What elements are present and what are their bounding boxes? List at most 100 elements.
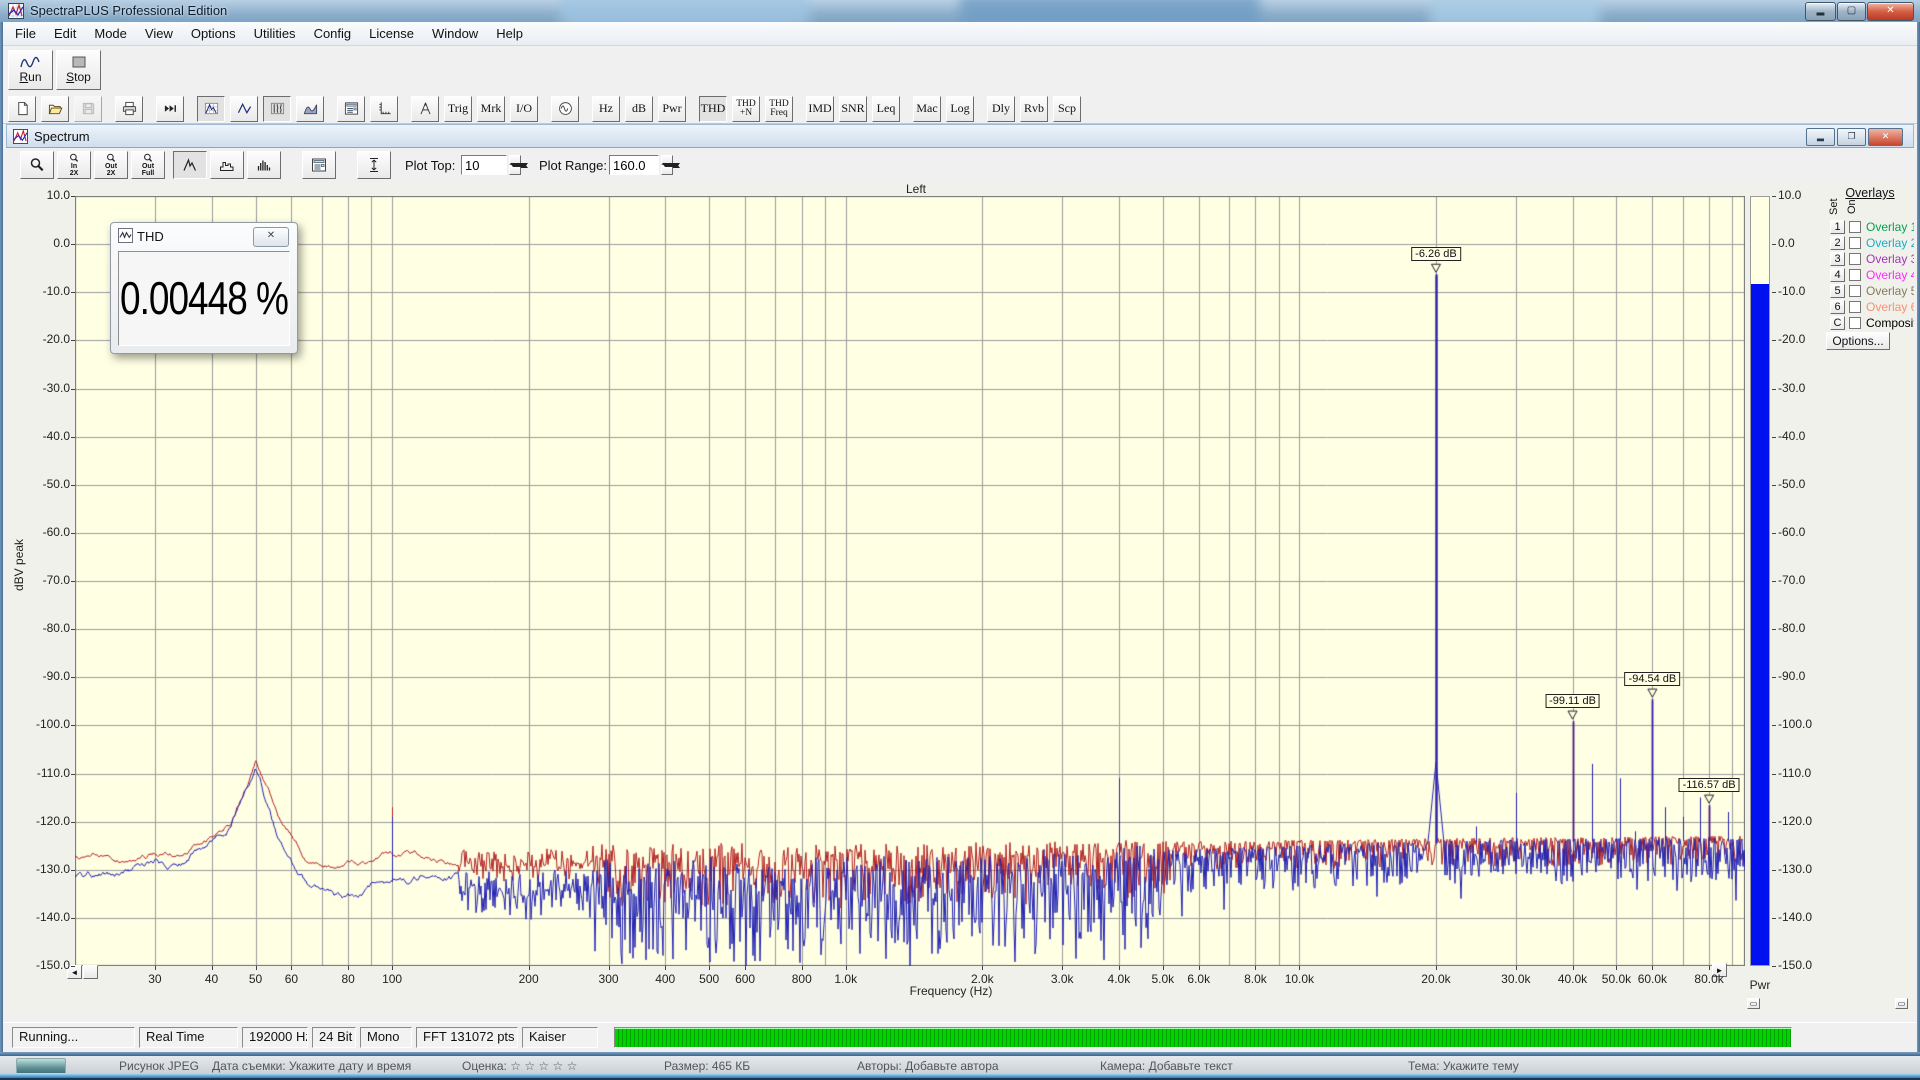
plot-toolbar-zoom-out-full[interactable]: OutFull [131, 151, 165, 179]
plot-toolbar-plot-options[interactable] [302, 151, 336, 179]
close-button[interactable]: ✕ [1867, 2, 1914, 21]
menu-options[interactable]: Options [182, 23, 245, 44]
overlay-set-button-6[interactable]: 6 [1830, 300, 1845, 314]
plot-toolbar-plot-bars[interactable] [247, 151, 281, 179]
toolbar-button-view-surface[interactable] [296, 96, 324, 122]
y-tick-label-right: -80.0 [1778, 621, 1805, 635]
overlays-options-button[interactable]: Options... [1826, 332, 1890, 350]
toolbar-button-display-options[interactable] [337, 96, 365, 122]
toolbar-button-axis-scale[interactable] [370, 96, 398, 122]
spectrum-close-button[interactable]: ✕ [1868, 128, 1903, 146]
menu-view[interactable]: View [136, 23, 182, 44]
toolbar-button-view-spectrogram[interactable] [263, 96, 291, 122]
toolbar-button-open[interactable] [41, 96, 69, 122]
menu-config[interactable]: Config [305, 23, 361, 44]
plot-toolbar-vertical-scale[interactable] [357, 151, 391, 179]
menu-file[interactable]: File [6, 23, 45, 44]
x-tick-label: 40.0k [1553, 972, 1593, 986]
main-toolbar: Run Stop Avg: 4 Peak Hold: Slow Load Con… [0, 46, 1920, 95]
main-titlebar[interactable]: SpectraPLUS Professional Edition ▂ ▢ ✕ [0, 0, 1920, 23]
overlay-checkbox-1[interactable] [1849, 221, 1861, 233]
overlay-set-button-2[interactable]: 2 [1830, 236, 1845, 250]
y-tick-mark-right [1772, 870, 1776, 871]
spectrum-window-titlebar[interactable]: Spectrum ▂ ❐ ✕ [6, 124, 1914, 148]
maximize-button[interactable]: ▢ [1837, 2, 1866, 21]
spin-down-icon[interactable] [509, 165, 521, 175]
menu-utilities[interactable]: Utilities [245, 23, 305, 44]
toolbar-button-pwr[interactable]: Pwr [658, 96, 686, 122]
y-tick-label-right: -130.0 [1778, 862, 1812, 876]
toolbar-button-log[interactable]: Log [946, 96, 974, 122]
overlay-checkbox-3[interactable] [1849, 253, 1861, 265]
toolbar-button-thd-n[interactable]: THD+N [732, 96, 760, 122]
toolbar-button-dly[interactable]: Dly [987, 96, 1015, 122]
toolbar-button-mac[interactable]: Mac [913, 96, 941, 122]
menu-help[interactable]: Help [487, 23, 532, 44]
y-tick-label: -100.0 [26, 717, 70, 731]
y-tick-label: -80.0 [26, 621, 70, 635]
overlay-checkbox-C[interactable] [1849, 317, 1861, 329]
y-tick-mark [71, 244, 75, 245]
x-axis-title: Frequency (Hz) [851, 984, 1051, 998]
toolbar-button-scp[interactable]: Scp [1053, 96, 1081, 122]
toolbar-button-thd-freq[interactable]: THDFreq [765, 96, 793, 122]
overlay-checkbox-4[interactable] [1849, 269, 1861, 281]
toolbar-button-imd[interactable]: IMD [806, 96, 834, 122]
toolbar-button-thd[interactable]: THD [699, 96, 727, 122]
toolbar-button-generator[interactable] [551, 96, 579, 122]
plot-toolbar-plot-filled[interactable] [210, 151, 244, 179]
plot-toolbar-zoom[interactable] [20, 151, 54, 179]
pwr-collapse-button[interactable]: ▭ [1747, 998, 1760, 1009]
y-tick-label-right: -30.0 [1778, 381, 1805, 395]
overlay-set-button-3[interactable]: 3 [1830, 252, 1845, 266]
toolbar-button-view-waveform[interactable] [230, 96, 258, 122]
menu-mode[interactable]: Mode [85, 23, 136, 44]
plot-toolbar-zoom-in-2x[interactable]: In2X [57, 151, 91, 179]
stop-button[interactable]: Stop [56, 50, 101, 90]
spin-down-icon[interactable] [661, 165, 673, 175]
fast-forward-icon [163, 101, 178, 116]
overlay-set-button-4[interactable]: 4 [1830, 268, 1845, 282]
toolbar-button-marker[interactable]: Mrk [477, 96, 505, 122]
toolbar-button-db[interactable]: dB [625, 96, 653, 122]
toolbar-button-input-output[interactable]: I/O [510, 96, 538, 122]
overlay-checkbox-2[interactable] [1849, 237, 1861, 249]
panel-collapse-button[interactable]: ▭ [1895, 998, 1908, 1009]
plot-range-spinner[interactable] [661, 155, 673, 175]
thd-close-icon[interactable]: ✕ [253, 227, 289, 247]
minimize-button[interactable]: ▂ [1805, 2, 1836, 21]
status-fft-131072-pts: FFT 131072 pts [416, 1027, 518, 1048]
toolbar-button-trigger[interactable]: Trig [444, 96, 472, 122]
spectrum-restore-button[interactable]: ❐ [1837, 128, 1866, 146]
toolbar-button-calipers[interactable] [411, 96, 439, 122]
overlay-set-button-C[interactable]: C [1830, 316, 1845, 330]
plot-top-input[interactable] [461, 155, 507, 175]
toolbar-button-leq[interactable]: Leq [872, 96, 900, 122]
plot-range-input[interactable] [609, 155, 659, 175]
overlay-checkbox-6[interactable] [1849, 301, 1861, 313]
spectrum-minimize-button[interactable]: ▂ [1806, 128, 1835, 146]
menu-edit[interactable]: Edit [45, 23, 85, 44]
toolbar-button-snr[interactable]: SNR [839, 96, 867, 122]
plot-top-spinner[interactable] [509, 155, 521, 175]
overlay-set-button-1[interactable]: 1 [1830, 220, 1845, 234]
overlay-checkbox-5[interactable] [1849, 285, 1861, 297]
overlay-set-button-5[interactable]: 5 [1830, 284, 1845, 298]
scroll-thumb[interactable] [83, 965, 98, 979]
plot-toolbar-plot-line[interactable] [173, 151, 207, 179]
menu-window[interactable]: Window [423, 23, 487, 44]
toolbar-button-label: dB [632, 103, 646, 114]
toolbar-button-print[interactable] [115, 96, 143, 122]
plot-toolbar-zoom-out-2x[interactable]: Out2X [94, 151, 128, 179]
toolbar-button-view-spectrum[interactable] [197, 96, 225, 122]
toolbar-button-process[interactable] [156, 96, 184, 122]
menu-license[interactable]: License [360, 23, 423, 44]
toolbar-button-hz[interactable]: Hz [592, 96, 620, 122]
toolbar-button-rvb[interactable]: Rvb [1020, 96, 1048, 122]
y-tick-label: -110.0 [26, 766, 70, 780]
x-tick-label: 40 [192, 972, 232, 986]
toolbar-button-save[interactable] [74, 96, 102, 122]
thd-window[interactable]: THD ✕ 0.00448 % [110, 222, 298, 354]
run-button[interactable]: Run [8, 50, 53, 90]
toolbar-button-new[interactable] [8, 96, 36, 122]
